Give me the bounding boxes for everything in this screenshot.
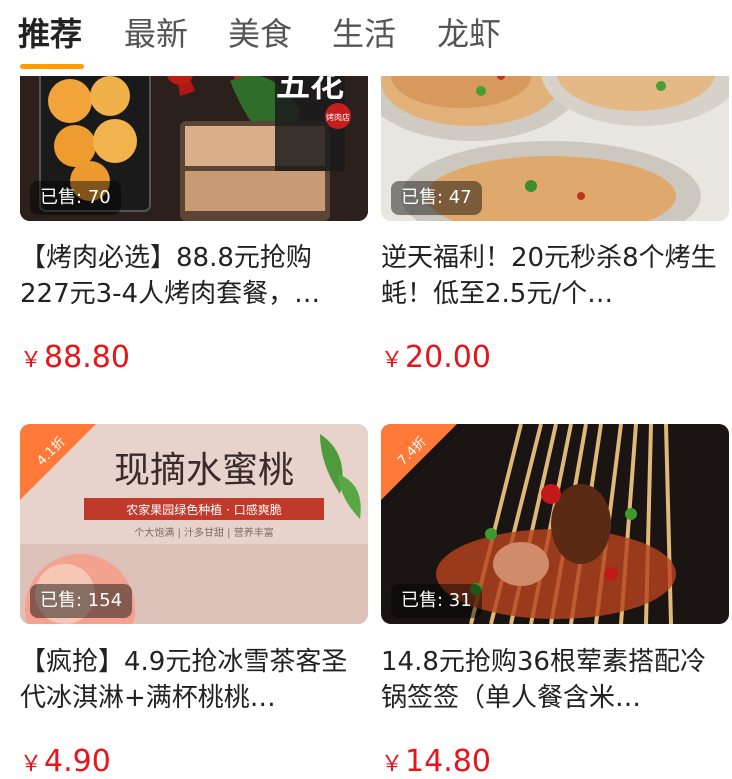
deal-title[interactable]: 【疯抢】4.9元抢冰雪茶客圣代冰淇淋+满杯桃桃…	[20, 644, 360, 716]
deal-price: ￥14.80	[381, 744, 491, 779]
category-tab-bar: 推荐 最新 美食 生活 龙虾	[0, 0, 732, 76]
deal-price: ￥20.00	[381, 340, 491, 375]
sold-count-badge: 已售: 154	[30, 584, 133, 618]
deal-feed: 五花 烤肉店 已售: 70 【烤肉必选】88.8元抢购227元3-4人烤肉套餐，…	[0, 0, 732, 779]
price-amount: 88.80	[44, 340, 130, 375]
price-amount: 4.90	[44, 744, 111, 779]
sold-count-badge: 已售: 70	[30, 181, 121, 215]
price-amount: 20.00	[405, 340, 491, 375]
tab-food[interactable]: 美食	[228, 12, 292, 56]
sold-count-badge: 已售: 47	[391, 181, 482, 215]
currency-symbol: ￥	[381, 752, 404, 777]
deal-title[interactable]: 【烤肉必选】88.8元抢购227元3-4人烤肉套餐，…	[20, 240, 360, 312]
deal-image-skewers[interactable]: 7.4折 已售: 31	[381, 424, 729, 624]
active-tab-indicator	[20, 64, 84, 69]
bbq-sub-text: 烤肉店	[326, 112, 350, 122]
peach-tagline: 个大饱满 | 汁多甘甜 | 营养丰富	[134, 526, 273, 539]
deal-title[interactable]: 14.8元抢购36根荤素搭配冷锅签签（单人餐含米…	[381, 644, 721, 716]
currency-symbol: ￥	[20, 348, 43, 373]
deal-image-peach[interactable]: 现摘水蜜桃 农家果园绿色种植 · 口感爽脆 个大饱满 | 汁多甘甜 | 营养丰富…	[20, 424, 368, 624]
tab-life[interactable]: 生活	[332, 12, 396, 56]
currency-symbol: ￥	[20, 752, 43, 777]
deal-price: ￥88.80	[20, 340, 130, 375]
peach-headline: 现摘水蜜桃	[114, 450, 294, 491]
tab-recommended[interactable]: 推荐	[18, 12, 82, 56]
tab-crayfish[interactable]: 龙虾	[437, 12, 501, 56]
tab-latest[interactable]: 最新	[124, 12, 188, 56]
currency-symbol: ￥	[381, 348, 404, 373]
sold-count-badge: 已售: 31	[391, 584, 482, 618]
deal-title[interactable]: 逆天福利！20元秒杀8个烤生蚝！低至2.5元/个…	[381, 240, 721, 312]
deal-price: ￥4.90	[20, 744, 111, 779]
peach-banner: 农家果园绿色种植 · 口感爽脆	[126, 502, 281, 517]
price-amount: 14.80	[405, 744, 491, 779]
